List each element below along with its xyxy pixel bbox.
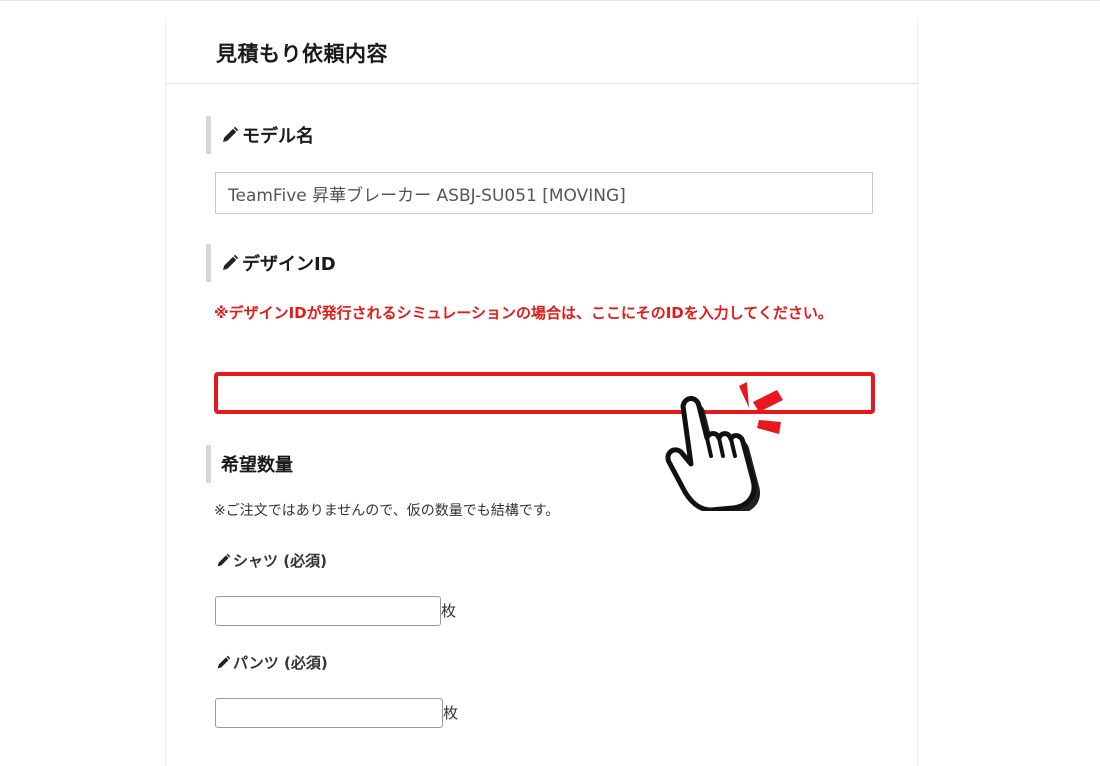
pointing-hand-icon	[655, 376, 795, 516]
pants-quantity-field[interactable]	[215, 698, 443, 728]
section-quantity: 希望数量	[206, 445, 293, 483]
pencil-icon	[216, 553, 231, 568]
pencil-icon	[221, 254, 239, 272]
section-model-name: モデル名	[206, 116, 314, 154]
section-design-id: デザインID	[206, 244, 336, 282]
page-title: 見積もり依頼内容	[216, 42, 388, 66]
model-name-label: モデル名	[242, 126, 314, 147]
top-divider	[0, 0, 1100, 1]
pants-unit: 枚	[443, 704, 459, 722]
shirt-label: シャツ (必須)	[233, 552, 327, 570]
shirt-label-row: シャツ (必須)	[216, 550, 327, 571]
design-id-note: ※デザインIDが発行されるシミュレーションの場合は、ここにそのIDを入力してくだ…	[214, 304, 833, 322]
pants-label-row: パンツ (必須)	[216, 652, 328, 673]
pants-label: パンツ (必須)	[233, 654, 328, 672]
quote-request-panel: 見積もり依頼内容 モデル名 デザインID ※デザインIDが発行されるシミュレーシ…	[165, 20, 918, 766]
quantity-note: ※ご注文ではありませんので、仮の数量でも結構です。	[214, 503, 560, 519]
model-name-field[interactable]	[215, 172, 873, 214]
pencil-icon	[216, 655, 231, 670]
shirt-quantity-field[interactable]	[215, 596, 441, 626]
shirt-unit: 枚	[441, 602, 457, 620]
panel-header: 見積もり依頼内容	[166, 20, 917, 84]
design-id-label: デザインID	[242, 254, 336, 275]
pencil-icon	[221, 126, 239, 144]
quantity-label: 希望数量	[221, 455, 293, 476]
